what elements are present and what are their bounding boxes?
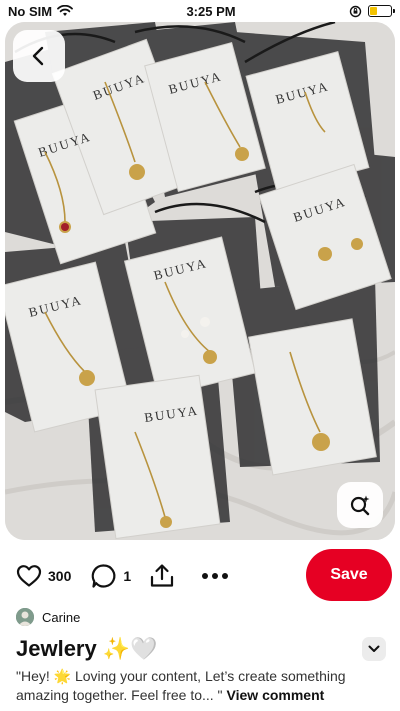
comment-count: 1 (123, 568, 132, 584)
pin-image[interactable]: BUUYA BUUYA BUUYA BUUYA BUUYA BUUYA BUUY… (5, 22, 395, 540)
carrier-label: No SIM (8, 3, 53, 19)
avatar-image-icon (16, 608, 34, 626)
title-row: Jewlery ✨🤍 (16, 632, 386, 666)
comment-icon (92, 564, 116, 588)
more-icon (202, 573, 229, 579)
share-button[interactable] (149, 563, 175, 589)
orientation-lock-icon (349, 5, 362, 17)
more-options-button[interactable] (201, 572, 229, 580)
expand-button[interactable] (362, 637, 386, 661)
status-right (349, 5, 395, 18)
heart-icon (16, 565, 42, 587)
share-icon (151, 564, 174, 587)
status-bar: No SIM 3:25 PM (0, 0, 400, 22)
clock: 3:25 PM (186, 3, 236, 19)
action-bar: 300 1 Save (0, 548, 400, 604)
author[interactable]: Carine (16, 608, 80, 626)
battery-fill (369, 7, 377, 15)
wifi-icon (57, 5, 73, 16)
chevron-down-icon (368, 645, 380, 652)
visual-search-button[interactable] (337, 482, 383, 528)
comment-preview[interactable]: "Hey! 🌟 Loving your content, Let’s creat… (16, 667, 388, 705)
author-name[interactable]: Carine (42, 610, 80, 625)
chevron-left-icon (32, 46, 44, 66)
view-comment-link[interactable]: View comment (227, 687, 325, 703)
visual-search-icon (350, 495, 370, 516)
like-count: 300 (48, 568, 72, 584)
comment-button[interactable]: 1 (91, 563, 131, 589)
jewelry-photo: BUUYA BUUYA BUUYA BUUYA BUUYA BUUYA BUUY… (5, 22, 395, 540)
back-button[interactable] (13, 30, 65, 82)
like-button[interactable]: 300 (16, 564, 71, 588)
pin-title: Jewlery ✨🤍 (16, 636, 158, 661)
avatar[interactable] (16, 608, 34, 626)
save-button[interactable]: Save (306, 549, 392, 601)
battery-icon (367, 5, 395, 17)
status-left: No SIM (8, 4, 73, 19)
